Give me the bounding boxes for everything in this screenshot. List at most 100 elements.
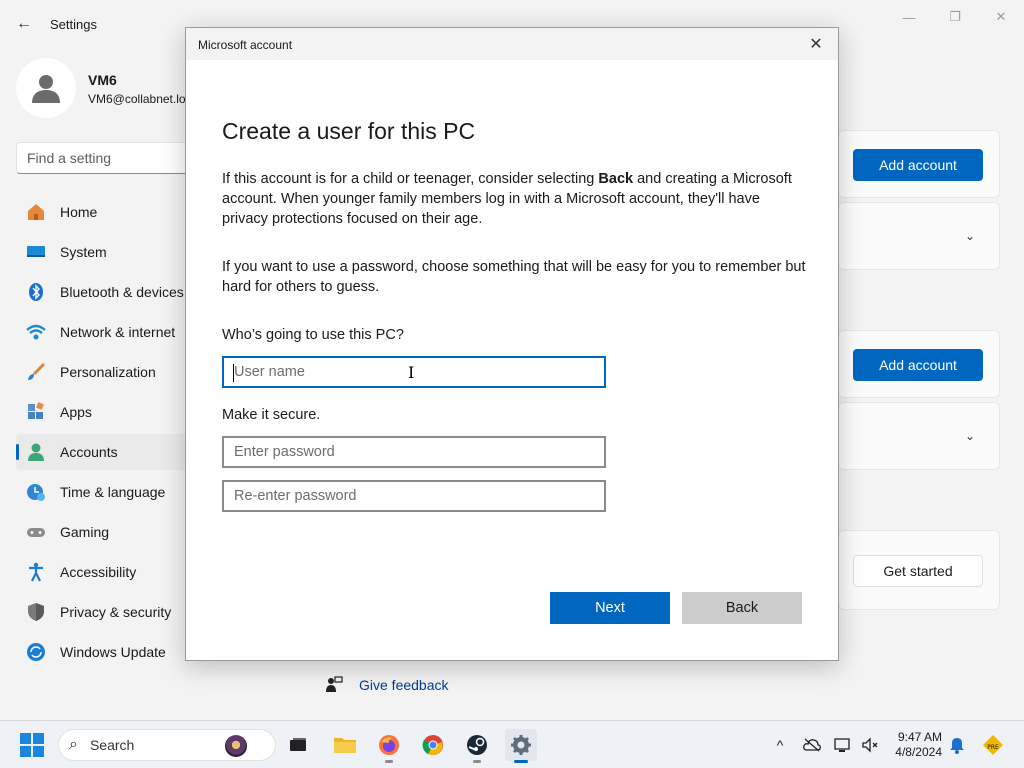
volume-icon[interactable] (860, 721, 880, 768)
account-card: Add account (838, 130, 1000, 198)
notification-bell-icon[interactable] (947, 721, 967, 768)
add-account-button[interactable]: Add account (853, 149, 983, 181)
secure-label: Make it secure. (222, 407, 321, 423)
dialog-title: Microsoft account (198, 38, 293, 52)
search-highlight-icon (225, 735, 247, 757)
password-info: If you want to use a password, choose so… (222, 259, 806, 295)
give-feedback-label: Give feedback (359, 677, 449, 693)
close-icon[interactable]: ✕ (806, 34, 826, 54)
chevron-down-icon[interactable]: ⌄ (965, 429, 975, 443)
network-icon (26, 322, 46, 342)
bluetooth-icon (26, 282, 46, 302)
time-icon (26, 482, 46, 502)
search-icon: ⌕ (69, 736, 78, 753)
clock-time: 9:47 AM (897, 730, 942, 744)
taskbar-search[interactable]: ⌕ Search (58, 729, 276, 761)
sidebar-item-bluetooth[interactable]: Bluetooth & devices (16, 274, 196, 310)
sidebar-item-system[interactable]: System (16, 234, 196, 270)
sidebar-item-label: Network & internet (60, 324, 176, 340)
person-icon (32, 75, 60, 103)
sidebar-item-label: Accounts (60, 444, 118, 460)
windows-start-icon[interactable] (20, 733, 44, 757)
profile-name: VM6 (88, 72, 117, 88)
taskbar-search-label: Search (89, 737, 135, 753)
firefox-icon[interactable] (373, 729, 405, 763)
update-icon (26, 642, 46, 662)
account-card: Add account (838, 330, 1000, 398)
info-text: If this account is for a child or teenag… (222, 171, 599, 187)
sidebar-item-accessibility[interactable]: Accessibility (16, 554, 196, 590)
account-card[interactable]: ⌄ (838, 202, 1000, 270)
get-started-button[interactable]: Get started (853, 555, 983, 587)
chrome-icon[interactable] (417, 729, 449, 761)
sidebar-item-label: Time & language (60, 484, 166, 500)
account-card: Get started (838, 530, 1000, 610)
sidebar-item-label: System (60, 244, 107, 260)
file-explorer-icon[interactable] (329, 729, 361, 761)
minimize-button[interactable]: — (893, 6, 925, 28)
sidebar-item-label: Apps (60, 404, 92, 420)
dialog-heading: Create a user for this PC (222, 118, 476, 144)
steam-icon[interactable] (461, 729, 493, 763)
info-text-bold: Back (598, 171, 634, 187)
child-account-info: If this account is for a child or teenag… (222, 169, 807, 229)
sidebar-item-network[interactable]: Network & internet (16, 314, 196, 350)
app-title: Settings (50, 17, 97, 32)
running-indicator (473, 760, 481, 763)
give-feedback-link[interactable]: Give feedback (325, 676, 449, 694)
pre-release-badge-icon[interactable]: PRE (981, 721, 1005, 768)
sidebar-item-home[interactable]: Home (16, 194, 196, 230)
shield-icon (26, 602, 46, 622)
sidebar-item-label: Accessibility (60, 564, 137, 580)
text-caret (233, 364, 234, 382)
home-icon (26, 202, 46, 222)
avatar (16, 58, 76, 118)
sidebar-item-windows-update[interactable]: Windows Update (16, 634, 196, 670)
dialog-title-bar: Microsoft account ✕ (186, 28, 838, 60)
onedrive-icon[interactable] (802, 721, 822, 768)
settings-search-input[interactable]: Find a setting (16, 142, 206, 174)
back-button[interactable]: Back (682, 592, 802, 624)
account-card[interactable]: ⌄ (838, 402, 1000, 470)
svg-text:PRE: PRE (987, 744, 999, 751)
next-button[interactable]: Next (550, 592, 670, 624)
chevron-up-icon[interactable]: ^ (770, 721, 790, 768)
who-label: Who’s going to use this PC? (222, 327, 404, 343)
user-profile[interactable]: VM6 VM6@collabnet.lo (16, 58, 186, 118)
accessibility-icon (26, 562, 46, 582)
password-input[interactable] (222, 436, 606, 468)
accounts-icon (26, 442, 46, 462)
sidebar-item-label: Privacy & security (60, 604, 172, 620)
microsoft-account-dialog: Microsoft account ✕ Create a user for th… (185, 27, 839, 661)
reenter-password-input[interactable] (222, 480, 606, 512)
sidebar-item-privacy[interactable]: Privacy & security (16, 594, 196, 630)
system-clock[interactable]: 9:47 AM 4/8/2024 (890, 730, 942, 760)
taskbar: ⌕ Search ^ 9:47 AM 4/8/2024 PRE (0, 720, 1024, 768)
network-status-icon[interactable] (833, 721, 853, 768)
back-arrow-icon[interactable]: ← (14, 14, 34, 34)
sidebar-item-label: Personalization (60, 364, 156, 380)
sidebar-item-label: Home (60, 204, 98, 220)
sidebar-nav: Home System Bluetooth & devices Network … (16, 194, 196, 674)
close-window-button[interactable]: ✕ (985, 6, 1017, 28)
settings-taskbar-icon[interactable] (505, 729, 537, 763)
task-view-icon[interactable] (282, 729, 314, 761)
profile-email: VM6@collabnet.lo (88, 92, 186, 106)
brush-icon (26, 362, 46, 382)
sidebar-item-gaming[interactable]: Gaming (16, 514, 196, 550)
sidebar-item-apps[interactable]: Apps (16, 394, 196, 430)
gaming-icon (26, 522, 46, 542)
active-indicator (514, 760, 528, 763)
system-icon (26, 242, 46, 262)
sidebar-item-label: Bluetooth & devices (60, 284, 184, 300)
chevron-down-icon[interactable]: ⌄ (965, 229, 975, 243)
sidebar-item-label: Windows Update (60, 644, 166, 660)
maximize-button[interactable]: ❐ (939, 6, 971, 28)
apps-icon (26, 402, 46, 422)
sidebar-item-time-language[interactable]: Time & language (16, 474, 196, 510)
add-account-button[interactable]: Add account (853, 349, 983, 381)
sidebar-item-personalization[interactable]: Personalization (16, 354, 196, 390)
sidebar-item-label: Gaming (60, 524, 110, 540)
ibeam-cursor-icon: I (408, 363, 415, 382)
sidebar-item-accounts[interactable]: Accounts (16, 434, 196, 470)
